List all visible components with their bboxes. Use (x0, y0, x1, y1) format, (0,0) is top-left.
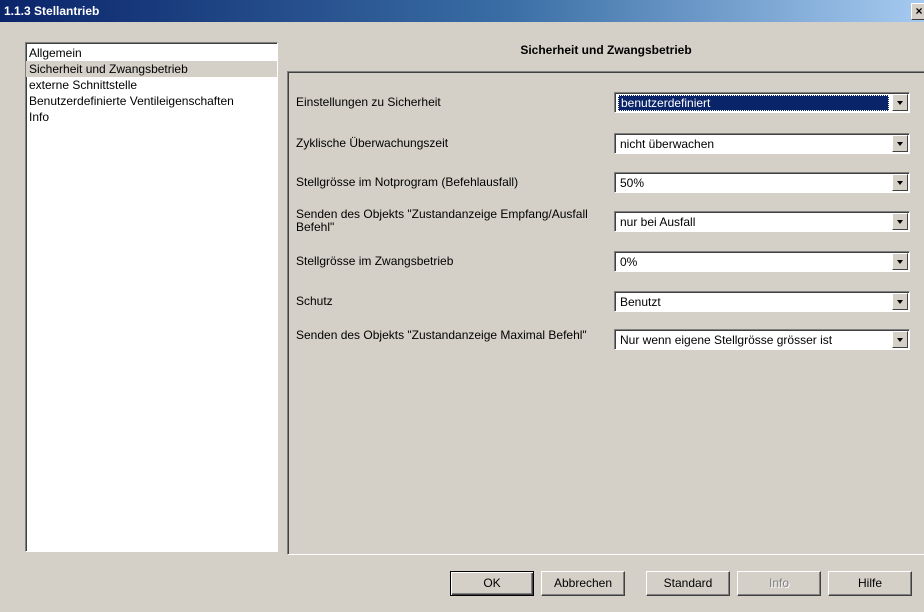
dropdown-value: nicht überwachen (620, 137, 715, 151)
chevron-down-icon[interactable] (892, 135, 908, 152)
title-bar: 1.1.3 Stellantrieb × (0, 0, 924, 22)
sidebar-item-sicherheit[interactable]: Sicherheit und Zwangsbetrieb (26, 61, 277, 77)
param-label: Stellgrösse im Notprogram (Befehlausfall… (296, 175, 519, 189)
param-label: Senden des Objekts "Zustandanzeige Empfa… (296, 207, 588, 234)
info-button: Info (737, 571, 821, 596)
dropdown-value: Nur wenn eigene Stellgrösse grösser ist (620, 333, 833, 347)
sidebar-item-ventileigenschaften[interactable]: Benutzerdefinierte Ventileigenschaften (26, 93, 277, 109)
sicherheit-dropdown[interactable]: benutzerdefiniert (614, 92, 910, 113)
close-icon[interactable]: × (911, 3, 924, 20)
param-label: Senden des Objekts "Zustandanzeige Maxim… (296, 328, 587, 342)
chevron-down-icon[interactable] (892, 94, 908, 111)
dropdown-value: 0% (620, 255, 638, 269)
param-label: Stellgrösse im Zwangsbetrieb (296, 254, 454, 268)
help-button[interactable]: Hilfe (828, 571, 912, 596)
chevron-down-icon[interactable] (892, 293, 908, 310)
ok-button[interactable]: OK (450, 571, 534, 596)
sidebar-item-externe-schnittstelle[interactable]: externe Schnittstelle (26, 77, 277, 93)
notprogram-dropdown[interactable]: 50% (614, 172, 910, 193)
param-label: Einstellungen zu Sicherheit (296, 95, 441, 109)
dropdown-value: Benutzt (620, 295, 661, 309)
ueberwachungszeit-dropdown[interactable]: nicht überwachen (614, 133, 910, 154)
parameter-tree: Allgemein Sicherheit und Zwangsbetrieb e… (25, 42, 278, 552)
dropdown-value: nur bei Ausfall (620, 215, 696, 229)
chevron-down-icon[interactable] (892, 331, 908, 348)
schutz-dropdown[interactable]: Benutzt (614, 291, 910, 312)
page-title: Sicherheit und Zwangsbetrieb (520, 43, 692, 57)
sidebar-item-info[interactable]: Info (26, 109, 277, 125)
window-title: 1.1.3 Stellantrieb (4, 4, 100, 18)
chevron-down-icon[interactable] (892, 213, 908, 230)
param-label: Zyklische Überwachungszeit (296, 136, 449, 150)
sidebar-item-allgemein[interactable]: Allgemein (26, 45, 277, 61)
standard-button[interactable]: Standard (646, 571, 730, 596)
chevron-down-icon[interactable] (892, 253, 908, 270)
zustandanzeige-empfang-dropdown[interactable]: nur bei Ausfall (614, 211, 910, 232)
dropdown-value: 50% (620, 176, 645, 190)
zustandanzeige-maximal-dropdown[interactable]: Nur wenn eigene Stellgrösse grösser ist (614, 329, 910, 350)
zwangsbetrieb-dropdown[interactable]: 0% (614, 251, 910, 272)
dropdown-value: benutzerdefiniert (618, 95, 889, 111)
cancel-button[interactable]: Abbrechen (541, 571, 625, 596)
param-label: Schutz (296, 294, 333, 308)
chevron-down-icon[interactable] (892, 174, 908, 191)
